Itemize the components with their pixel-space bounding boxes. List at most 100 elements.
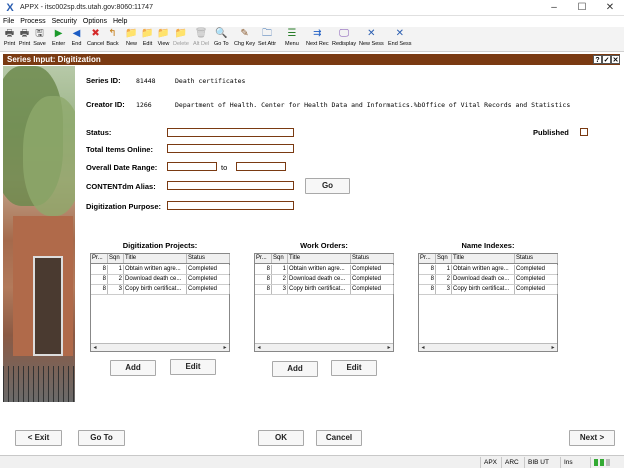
date-from-input[interactable] (167, 162, 217, 171)
horizontal-scrollbar[interactable]: ◂ ▸ (255, 343, 393, 351)
digitization-purpose-input[interactable] (167, 201, 294, 210)
toolbar-chg-key-button[interactable]: ✎ Chg Key (234, 28, 255, 51)
exit-button[interactable]: < Exit (15, 430, 62, 446)
toolbar-redisplay-button[interactable]: 🖵 Redisplay (332, 28, 356, 51)
column-header[interactable]: Sqn (436, 254, 452, 263)
work-orders-grid[interactable]: Pr... Sqn Title Status 8 1 Obtain written agre… (254, 253, 394, 352)
menu-process[interactable]: Process (20, 18, 45, 25)
scroll-right-icon[interactable]: ▸ (385, 344, 393, 352)
scroll-right-icon[interactable]: ▸ (221, 344, 229, 352)
column-header[interactable]: Sqn (272, 254, 288, 263)
table-cell[interactable]: 8 (255, 275, 272, 284)
column-header[interactable]: Title (288, 254, 351, 263)
scroll-left-icon[interactable]: ◂ (255, 344, 263, 352)
help-button[interactable]: ? (593, 55, 602, 64)
toolbar-view-button[interactable]: 📁 View (157, 28, 170, 51)
next-button[interactable]: Next > (569, 430, 615, 446)
minimize-button[interactable]: – (540, 0, 568, 16)
maximize-button[interactable]: ☐ (568, 0, 596, 16)
toolbar-end-sess-button[interactable]: ✕ End Sess (388, 28, 412, 51)
work-orders-add-button[interactable]: Add (272, 361, 318, 377)
toolbar-save-button[interactable]: 🖫 Save (33, 28, 46, 51)
column-header[interactable]: Pr... (255, 254, 272, 263)
date-to-input[interactable] (236, 162, 286, 171)
table-cell[interactable]: Completed (515, 265, 558, 274)
table-cell[interactable]: 8 (255, 265, 272, 274)
work-orders-edit-button[interactable]: Edit (331, 360, 377, 376)
close-button[interactable]: ✕ (596, 0, 624, 16)
total-items-input[interactable] (167, 144, 294, 153)
table-cell[interactable]: Completed (351, 265, 394, 274)
table-cell[interactable]: 3 (436, 285, 452, 294)
toolbar-new-sess-button[interactable]: ✕ New Sess (359, 28, 384, 51)
table-cell[interactable]: Completed (187, 285, 230, 294)
cancel-button[interactable]: Cancel (316, 430, 362, 446)
projects-add-button[interactable]: Add (110, 360, 156, 376)
table-cell[interactable]: Completed (351, 285, 394, 294)
toolbar-set-attr-button[interactable]: 🗀 Set Attr (258, 28, 276, 51)
scroll-left-icon[interactable]: ◂ (419, 344, 427, 352)
toolbar-next-rec-button[interactable]: ⇉ Next Rec (306, 28, 329, 51)
toolbar-edit-button[interactable]: 📁 Edit (141, 28, 154, 51)
table-cell[interactable]: Obtain written agre... (124, 265, 187, 274)
column-header[interactable]: Pr... (419, 254, 436, 263)
table-cell[interactable]: Completed (187, 265, 230, 274)
column-header[interactable]: Status (187, 254, 230, 263)
table-cell[interactable]: Copy birth certificat... (288, 285, 351, 294)
table-cell[interactable]: 8 (91, 285, 108, 294)
panel-close-button[interactable]: ✕ (611, 55, 620, 64)
table-cell[interactable]: 8 (419, 285, 436, 294)
toolbar-back-button[interactable]: ↰ Back (106, 28, 119, 51)
table-cell[interactable]: Copy birth certificat... (124, 285, 187, 294)
table-cell[interactable]: 8 (419, 275, 436, 284)
table-cell[interactable]: Completed (515, 285, 558, 294)
toolbar-cancel-button[interactable]: ✖ Cancel (87, 28, 104, 51)
name-indexes-grid[interactable]: Pr... Sqn Title Status 8 1 Obtain written agre… (418, 253, 558, 352)
column-header[interactable]: Sqn (108, 254, 124, 263)
menu-help[interactable]: Help (113, 18, 127, 25)
horizontal-scrollbar[interactable]: ◂ ▸ (419, 343, 557, 351)
table-cell[interactable]: 8 (91, 265, 108, 274)
ok-button[interactable]: OK (258, 430, 304, 446)
table-cell[interactable]: Copy birth certificat... (452, 285, 515, 294)
goto-footer-button[interactable]: Go To (78, 430, 125, 446)
toolbar-print-button[interactable]: 🖶 Print (3, 28, 16, 51)
table-cell[interactable]: 1 (272, 265, 288, 274)
table-cell[interactable]: 3 (108, 285, 124, 294)
table-cell[interactable]: 8 (91, 275, 108, 284)
column-header[interactable]: Pr... (91, 254, 108, 263)
toolbar-go-to-button[interactable]: 🔍 Go To (214, 28, 229, 51)
table-cell[interactable]: Download death ce... (452, 275, 515, 284)
toolbar-menu-button[interactable]: ☰ Menu (285, 28, 299, 51)
table-cell[interactable]: Completed (351, 275, 394, 284)
scroll-right-icon[interactable]: ▸ (549, 344, 557, 352)
table-cell[interactable]: 2 (436, 275, 452, 284)
toolbar-end-button[interactable]: ◀ End (70, 28, 83, 51)
menu-security[interactable]: Security (52, 18, 77, 25)
table-cell[interactable]: Download death ce... (288, 275, 351, 284)
table-cell[interactable]: Obtain written agre... (452, 265, 515, 274)
status-input[interactable] (167, 128, 294, 137)
menu-file[interactable]: File (3, 18, 14, 25)
go-button[interactable]: Go (305, 178, 350, 194)
table-cell[interactable]: Completed (187, 275, 230, 284)
column-header[interactable]: Status (351, 254, 394, 263)
column-header[interactable]: Status (515, 254, 558, 263)
table-cell[interactable]: 2 (272, 275, 288, 284)
contentdm-alias-input[interactable] (167, 181, 294, 190)
digitization-projects-grid[interactable]: Pr... Sqn Title Status 8 1 Obtain written agre… (90, 253, 230, 352)
projects-edit-button[interactable]: Edit (170, 359, 216, 375)
table-cell[interactable]: 8 (255, 285, 272, 294)
column-header[interactable]: Title (124, 254, 187, 263)
column-header[interactable]: Title (452, 254, 515, 263)
table-cell[interactable]: 8 (419, 265, 436, 274)
table-cell[interactable]: 1 (436, 265, 452, 274)
toolbar-print-button[interactable]: 🖶 Print (18, 28, 31, 51)
table-cell[interactable]: 2 (108, 275, 124, 284)
confirm-button[interactable]: ✓ (602, 55, 611, 64)
table-cell[interactable]: Completed (515, 275, 558, 284)
scroll-left-icon[interactable]: ◂ (91, 344, 99, 352)
published-checkbox[interactable] (580, 128, 588, 136)
table-cell[interactable]: 3 (272, 285, 288, 294)
toolbar-enter-button[interactable]: ▶ Enter (52, 28, 65, 51)
